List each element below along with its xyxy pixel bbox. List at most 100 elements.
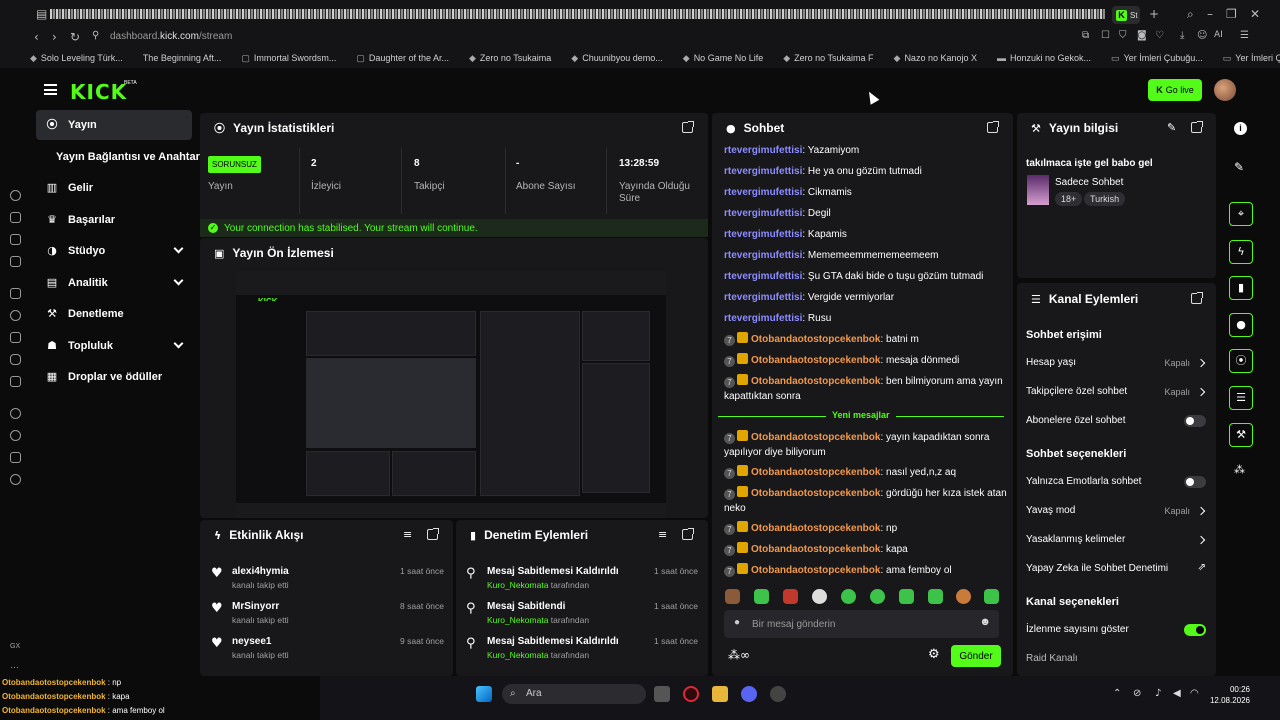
chat-username[interactable]: Otobandaotostopcekenbok [751,565,880,576]
popout-icon[interactable] [682,121,694,133]
filter-icon[interactable]: ≡ [403,528,412,541]
toolbar-chat-icon[interactable]: ● [1229,313,1253,337]
chat-username[interactable]: Otobandaotostopcekenbok [751,544,880,555]
chat-username[interactable]: Otobandaotostopcekenbok [751,432,880,443]
filter-icon[interactable]: ≡ [658,528,667,541]
app-icon[interactable] [770,686,786,702]
opera-gx-icon[interactable] [683,686,699,702]
avatar[interactable] [1214,79,1236,101]
bookmark-item[interactable]: ◆ Solo Leveling Türk... [30,53,123,64]
minimize-icon[interactable]: – [1207,7,1213,21]
setting-account-age[interactable]: Hesap yaşı Kapalı [1026,357,1208,373]
chat-username[interactable]: rtevergimufettisi [724,292,802,303]
bookmark-folder[interactable]: ▭Yer İmleri Çubuğu... [1111,53,1203,64]
nav-item-basarilar[interactable]: ♛ Başarılar [36,205,192,235]
emote[interactable] [928,589,943,604]
bookmark-item[interactable]: ▢ Immortal Swordsm... [241,53,336,64]
chat-username[interactable]: rtevergimufettisi [724,229,802,240]
toolbar-bolt-icon[interactable]: ϟ [1229,240,1253,264]
emote[interactable] [754,589,769,604]
tray-chevron-icon[interactable]: ⌃ [1113,688,1121,699]
chat-username[interactable]: Otobandaotostopcekenbok [751,355,880,366]
bookmark-item[interactable]: ◆ Chuunibyou demo... [571,53,662,64]
whatsapp-icon[interactable] [10,310,21,321]
download-icon[interactable]: ⤓ [1180,30,1184,41]
bookmark-item[interactable]: The Beginning Aft... [143,53,222,63]
chat-username[interactable]: Otobandaotostopcekenbok [751,376,880,387]
windows-start-icon[interactable] [476,686,492,702]
emote[interactable] [812,589,827,604]
bookmark-item[interactable]: ◆ Zero no Tsukaima [469,53,551,64]
chat-username[interactable]: Otobandaotostopcekenbok [751,334,880,345]
viewer-count-toggle[interactable] [1184,624,1206,636]
setting-slow-mode[interactable]: Yavaş mod Kapalı [1026,505,1208,521]
kick-logo[interactable]: KICK [70,80,127,104]
emote[interactable] [870,589,885,604]
file-explorer-icon[interactable] [712,686,728,702]
volume-icon[interactable]: ◀ [1173,688,1181,699]
bag-icon[interactable] [10,212,21,223]
nav-item-yayin[interactable]: ⦿ Yayın [36,110,192,140]
nav-item-topluluk[interactable]: ☗ Topluluk [36,331,192,361]
edit-layout-icon[interactable]: ✎ [1234,160,1244,174]
edit-icon[interactable]: ✎ [1167,121,1176,134]
bookmark-item[interactable]: ◆ Zero no Tsukaima F [783,53,873,64]
popout-icon[interactable] [1191,121,1203,133]
bookmark-item[interactable]: ▢ Daughter of the Ar... [356,53,449,64]
apps-icon[interactable]: ⁂ [1234,463,1245,476]
chat-username[interactable]: rtevergimufettisi [724,166,802,177]
tab-menu-icon[interactable]: ▤ [36,7,47,21]
toolbar-wrench-icon[interactable]: ⚒ [1229,423,1253,447]
go-live-button[interactable]: K Go live [1148,79,1202,101]
pinboard-icon[interactable] [10,234,21,245]
kick-points-icon[interactable]: ⁂∞ [728,648,750,662]
reload-icon[interactable]: ↻ [70,30,80,44]
discord-icon[interactable] [10,332,21,343]
tab-list[interactable] [50,9,1105,19]
setting-banned-words[interactable]: Yasaklanmış kelimeler [1026,534,1208,550]
chat-username[interactable]: Otobandaotostopcekenbok [751,488,880,499]
camera-icon[interactable]: ◙ [1137,30,1147,41]
back-icon[interactable]: ‹ [34,30,39,44]
chat-username[interactable]: Otobandaotostopcekenbok [751,523,880,534]
chat-username[interactable]: Otobandaotostopcekenbok [751,467,880,478]
stream-preview[interactable]: KICK [236,271,666,518]
chat-username[interactable]: rtevergimufettisi [724,271,802,282]
taskbar-search[interactable]: ⌕ Ara [502,684,646,704]
emote[interactable] [841,589,856,604]
bookmark-item[interactable]: ◆ No Game No Life [683,53,763,64]
info-icon[interactable]: i [1234,122,1247,135]
bookmark-page-icon[interactable]: ☐ [1101,30,1110,41]
bookmark-item[interactable]: ▬ Honzuki no Gekok... [997,53,1091,63]
player-icon[interactable] [10,408,21,419]
emote-only-toggle[interactable] [1184,476,1206,488]
network-icon[interactable]: ⊘ [1133,688,1141,699]
site-info-icon[interactable]: ⚲ [92,30,99,41]
heart-icon[interactable]: ♡ [1155,30,1164,41]
extensions-icon[interactable] [10,452,21,463]
chat-username[interactable]: rtevergimufettisi [724,187,802,198]
emote[interactable] [956,589,971,604]
history-icon[interactable] [10,190,21,201]
tiktok-icon[interactable] [10,376,21,387]
url-field[interactable]: dashboard.kick.com/stream [110,31,232,42]
close-window-icon[interactable]: ✕ [1250,7,1260,21]
tag-pill[interactable]: 18+ [1055,192,1083,206]
emote[interactable] [984,589,999,604]
emote[interactable] [783,589,798,604]
m-icon[interactable] [10,256,21,267]
chat-settings-icon[interactable]: ⚙ [928,647,940,662]
popout-icon[interactable] [987,121,999,133]
nav-item-denetleme[interactable]: ⚒ Denetleme [36,299,192,329]
more-icon[interactable]: … [10,660,19,670]
maximize-icon[interactable]: ❐ [1226,7,1237,21]
screenshot-icon[interactable]: ⧉ [1082,30,1089,41]
setting-raid-channel[interactable]: Raid Kanalı [1026,653,1208,669]
discord-icon[interactable] [741,686,757,702]
task-view-icon[interactable] [654,686,670,702]
nav-item-studyo[interactable]: ◑ Stüdyo [36,236,192,266]
nav-item-gelir[interactable]: ▥ Gelir [36,173,192,203]
chat-username[interactable]: rtevergimufettisi [724,313,802,324]
clock-icon[interactable] [10,430,21,441]
shield-icon[interactable]: ⛉ [1119,30,1127,41]
